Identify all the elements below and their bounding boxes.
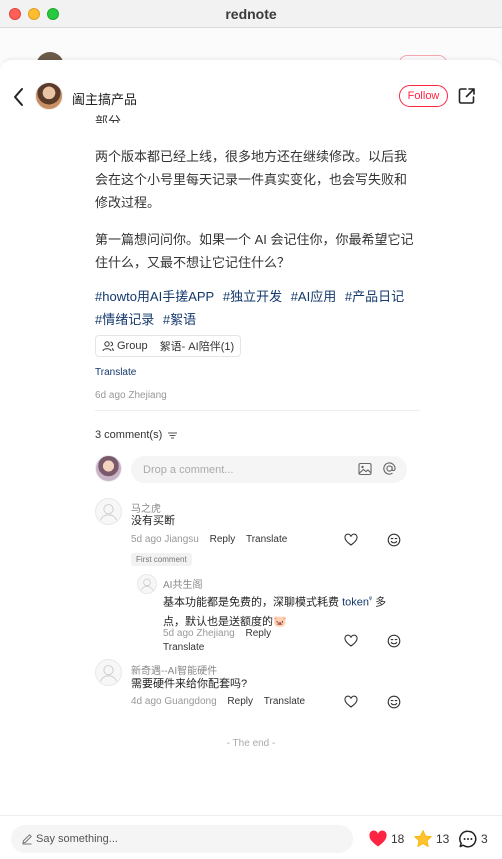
- default-avatar-icon: [100, 665, 117, 682]
- comment-text: 没有买断: [131, 515, 175, 527]
- comment-meta: 4d ago Guangdong Reply Translate: [131, 696, 305, 707]
- emoji-reaction-icon[interactable]: [387, 533, 401, 547]
- post-paragraph-1: 两个版本都已经上线，很多地方还在继续修改。以后我会在这个小号里每天记录一件真实变…: [95, 149, 408, 210]
- note-header: 阖主搞产品 Follow: [0, 60, 502, 132]
- follow-button[interactable]: Follow: [399, 85, 448, 107]
- post-date-location: 6d ago Zhejiang: [95, 390, 167, 401]
- translate-comment-button[interactable]: Translate: [163, 642, 204, 653]
- comment-meta: 5d ago Jiangsu Reply Translate: [131, 534, 287, 545]
- hashtag[interactable]: #产品日记: [345, 289, 404, 304]
- pencil-icon: [22, 834, 32, 845]
- comment-date-location: 5d ago Zhejiang: [163, 628, 235, 639]
- hashtag[interactable]: #AI应用: [291, 289, 337, 304]
- end-of-comments: - The end -: [226, 738, 276, 749]
- first-comment-badge: First comment: [131, 553, 192, 566]
- like-heart-icon[interactable]: [344, 634, 358, 648]
- translate-post-link[interactable]: Translate: [95, 367, 136, 378]
- comment-count: 3: [481, 832, 488, 846]
- star-filled-icon: [414, 830, 432, 847]
- share-icon[interactable]: [457, 86, 477, 106]
- group-label: Group: [117, 340, 148, 352]
- comment-text-part: 点，默认也是送额度的🐷: [163, 615, 287, 628]
- like-stat[interactable]: 18: [368, 828, 404, 850]
- window-title: rednote: [225, 6, 277, 22]
- group-icon: [102, 341, 114, 352]
- divider: [95, 410, 420, 411]
- group-chip[interactable]: Group 絮语- AI陪伴(1): [95, 335, 242, 357]
- commenter-avatar[interactable]: [95, 498, 122, 525]
- like-heart-icon[interactable]: [344, 695, 358, 709]
- like-count: 18: [391, 832, 405, 846]
- back-arrow-icon[interactable]: [10, 86, 28, 108]
- window-titlebar: rednote: [0, 0, 502, 28]
- comment-text: 基本功能都是免费的，深聊模式耗费 tokenᵠ 多 点，默认也是送额度的🐷: [163, 590, 393, 632]
- translate-comment-button[interactable]: Translate: [264, 696, 305, 707]
- comment-date-location: 5d ago Jiangsu: [131, 534, 199, 545]
- commenter-avatar[interactable]: [137, 574, 157, 594]
- token-link[interactable]: token: [342, 597, 369, 609]
- current-user-avatar: [95, 455, 122, 482]
- default-avatar-icon: [100, 504, 117, 521]
- like-heart-icon[interactable]: [344, 533, 358, 547]
- collect-count: 13: [436, 832, 450, 846]
- comment-text: 需要硬件来给你配套吗?: [131, 678, 248, 690]
- collect-stat[interactable]: 13: [413, 828, 449, 850]
- comment-bubble-icon: [459, 830, 477, 848]
- post-paragraph-2: 第一篇想问问你。如果一个 AI 会记住你，你最希望它记住什么，又最不想让它记住什…: [95, 232, 414, 270]
- mention-icon[interactable]: [382, 461, 397, 476]
- hashtag[interactable]: #情绪记录: [95, 312, 154, 327]
- default-avatar-icon: [140, 578, 154, 591]
- reply-button[interactable]: Reply: [246, 628, 272, 639]
- comments-count-label: 3 comment(s): [95, 429, 163, 441]
- emoji-reaction-icon[interactable]: [387, 695, 401, 709]
- comment-text-part: 多: [375, 596, 387, 609]
- comment-stat[interactable]: 3: [458, 828, 488, 850]
- post-text-partial: 部分。: [95, 114, 135, 123]
- sort-icon: [168, 432, 178, 439]
- reply-button[interactable]: Reply: [210, 534, 236, 545]
- author-avatar[interactable]: [35, 82, 63, 110]
- commenter-avatar[interactable]: [95, 659, 122, 686]
- hashtag[interactable]: #独立开发: [223, 289, 282, 304]
- author-name[interactable]: 阖主搞产品: [72, 89, 137, 108]
- comment-meta: 5d ago Zhejiang Reply: [163, 628, 271, 639]
- comments-count[interactable]: 3 comment(s): [95, 429, 178, 441]
- hashtag-list: #howto用AI手搓APP #独立开发 #AI应用 #产品日记 #情绪记录 #…: [95, 285, 415, 331]
- reply-button[interactable]: Reply: [227, 696, 253, 707]
- emoji-reaction-icon[interactable]: [387, 634, 401, 648]
- translate-comment-button[interactable]: Translate: [246, 534, 287, 545]
- group-name: 絮语- AI陪伴(1): [159, 341, 235, 353]
- note-detail-panel: 阖主搞产品 Follow 部分。 两个版本都已经上线，很多地方还在继续修改。以后…: [0, 60, 502, 859]
- search-mini-icon: ᵠ: [368, 596, 373, 603]
- hashtag[interactable]: #howto用AI手搓APP: [95, 289, 214, 304]
- say-something-input[interactable]: Say something...: [11, 825, 353, 853]
- heart-filled-icon: [369, 830, 387, 847]
- comment-meta: Translate: [163, 642, 204, 653]
- bottom-action-bar: Say something... 18 13 3: [0, 815, 502, 859]
- comment-date-location: 4d ago Guangdong: [131, 696, 217, 707]
- comment-text-part: 基本功能都是免费的，深聊模式耗费: [163, 596, 339, 609]
- commenter-name[interactable]: AI共生阁: [163, 576, 202, 591]
- hashtag[interactable]: #絮语: [163, 312, 196, 327]
- image-icon[interactable]: [358, 462, 372, 476]
